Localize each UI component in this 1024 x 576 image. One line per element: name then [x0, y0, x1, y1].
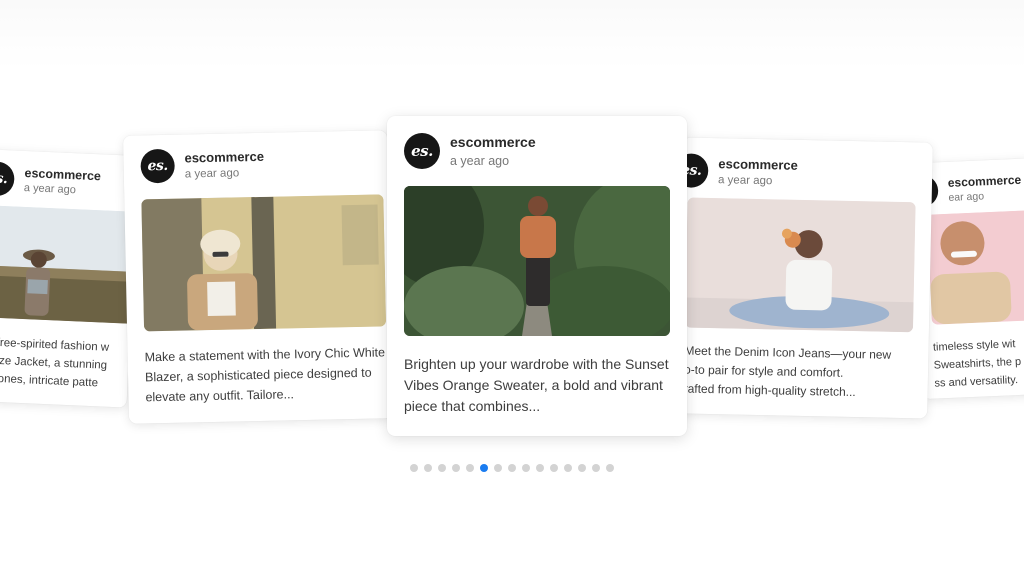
pagination-dot[interactable] — [536, 464, 544, 472]
post-card-active[interactable]: es. escommerce a year ago Brighten up yo… — [387, 116, 687, 436]
carousel-stage: es. escommerce a year ago e free-spirite… — [0, 0, 1024, 576]
pagination-dot[interactable] — [508, 464, 516, 472]
author-avatar[interactable]: es. — [0, 161, 16, 197]
post-image[interactable] — [927, 209, 1024, 325]
post-image[interactable] — [404, 186, 670, 336]
caption-text: Meet the Denim Icon Jeans—your new o-to … — [683, 343, 892, 400]
caption-text: e free-spirited fashion w eeze Jacket, a… — [0, 336, 110, 390]
post-header: es. escommerce a year ago — [0, 161, 101, 200]
author-name[interactable]: escommerce — [450, 134, 536, 150]
pagination-dot[interactable] — [452, 464, 460, 472]
post-time: a year ago — [23, 181, 77, 197]
pagination-dot[interactable] — [410, 464, 418, 472]
woman-in-ivory-blazer-photo — [141, 194, 387, 332]
post-image[interactable] — [684, 197, 916, 333]
pagination-dot[interactable] — [424, 464, 432, 472]
post-caption: Brighten up your wardrobe with the Sunse… — [404, 356, 669, 414]
man-in-beige-sweatshirt-photo — [927, 209, 1024, 325]
woman-in-orange-sweater-photo — [404, 186, 670, 336]
post-header: es. escommerce a year ago — [404, 133, 536, 169]
pagination-dot[interactable] — [578, 464, 586, 472]
post-card[interactable]: es. escommerce a year ago Meet the Denim… — [677, 137, 933, 419]
carousel-pagination — [0, 464, 1024, 472]
post-time: ear ago — [948, 190, 985, 204]
post-caption: timeless style wit Sweatshirts, the p ss… — [933, 333, 1024, 393]
post-image[interactable] — [0, 205, 138, 325]
pagination-dot[interactable] — [564, 464, 572, 472]
pagination-dot[interactable] — [494, 464, 502, 472]
pagination-dot[interactable] — [592, 464, 600, 472]
author-name[interactable]: escommerce — [24, 166, 101, 183]
author-name[interactable]: escommerce — [184, 149, 264, 166]
caption-text: timeless style wit Sweatshirts, the p ss… — [932, 338, 1022, 390]
pagination-dot[interactable] — [438, 464, 446, 472]
author-name[interactable]: escommerce — [718, 156, 798, 173]
post-time: a year ago — [184, 167, 240, 181]
post-caption: Meet the Denim Icon Jeans—your new o-to … — [683, 341, 918, 403]
post-card[interactable]: es. escommerce a year ago Make a stateme… — [123, 130, 393, 424]
post-caption: Make a statement with the Ivory Chic Whi… — [144, 345, 386, 405]
post-caption: e free-spirited fashion w eeze Jacket, a… — [0, 334, 137, 394]
author-avatar[interactable]: es. — [140, 148, 176, 184]
woman-with-hat-in-field-photo — [0, 205, 138, 325]
pagination-dot[interactable] — [550, 464, 558, 472]
pagination-dot[interactable] — [606, 464, 614, 472]
post-header: es. escommerce a year ago — [140, 147, 264, 184]
post-image[interactable] — [141, 194, 387, 332]
pagination-dot[interactable] — [466, 464, 474, 472]
post-header: es. escommerce a year ago — [677, 153, 798, 190]
pagination-dot[interactable] — [522, 464, 530, 472]
post-time: a year ago — [450, 154, 510, 168]
post-time: a year ago — [717, 174, 773, 188]
post-card[interactable]: es. escommerce a year ago e free-spirite… — [0, 148, 138, 408]
pagination-dot-active[interactable] — [480, 464, 488, 472]
author-name[interactable]: escommerce — [948, 173, 1022, 190]
woman-in-denim-jeans-photo — [684, 197, 916, 333]
author-avatar[interactable]: es. — [404, 133, 440, 169]
